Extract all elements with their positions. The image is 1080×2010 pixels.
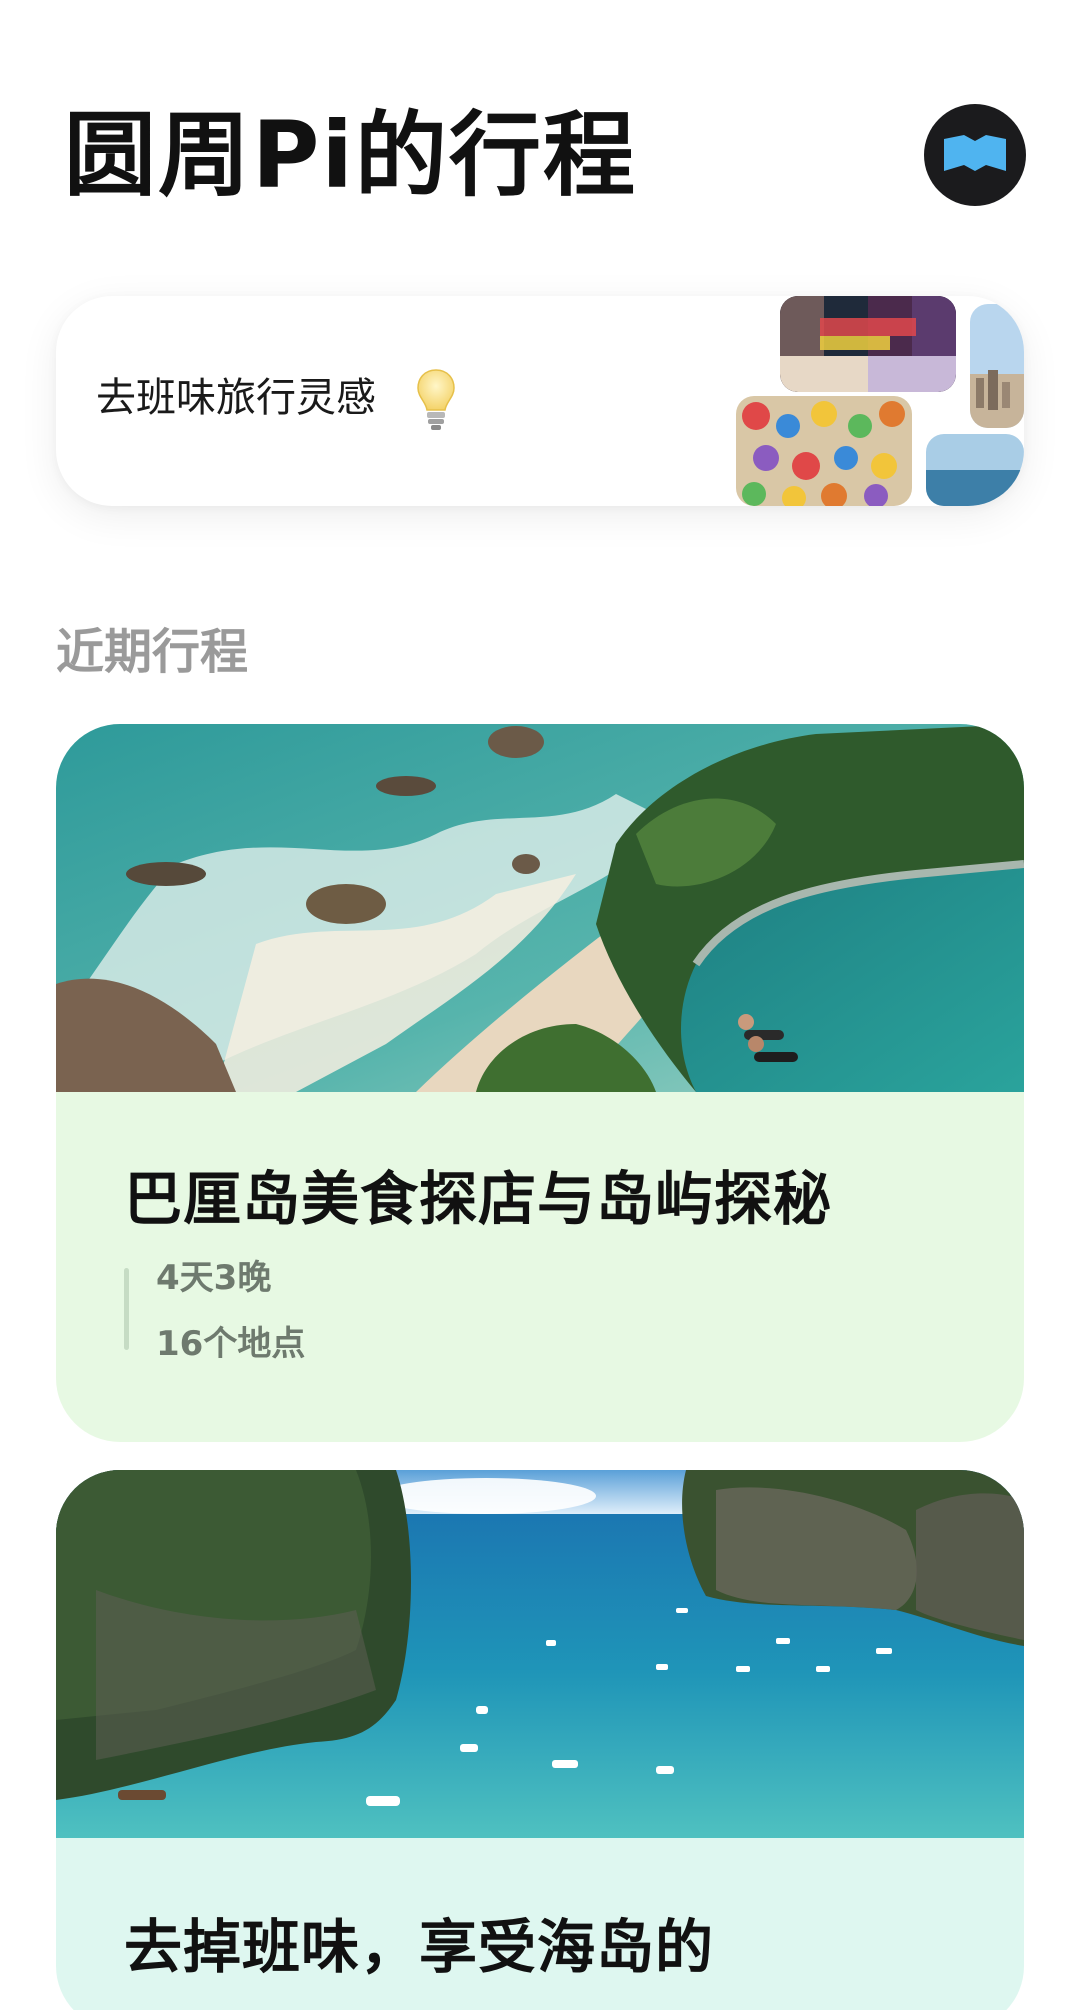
- folded-map-icon: [944, 135, 1006, 171]
- trip-place-count: 16个地点: [156, 1324, 306, 1364]
- thumbnail-skyline: [970, 304, 1024, 428]
- trip-card[interactable]: 去掉班味，享受海岛的: [56, 1470, 1024, 2010]
- thumbnail-cartoon-pattern: [736, 396, 912, 506]
- inspiration-label: 去班味旅行灵感: [96, 375, 376, 421]
- trip-cover-image: [56, 724, 1024, 1092]
- trip-card[interactable]: 巴厘岛美食探店与岛屿探秘 4天3晚 16个地点: [56, 724, 1024, 1442]
- inspiration-thumbnails: [736, 296, 1024, 506]
- page-title: 圆周Pi的行程: [64, 102, 637, 209]
- thumbnail-seascape: [926, 434, 1024, 506]
- trip-cover-image: [56, 1470, 1024, 1838]
- thumbnail-city-collage: [780, 296, 956, 392]
- trip-title: 巴厘岛美食探店与岛屿探秘: [124, 1165, 833, 1233]
- meta-divider: [124, 1268, 129, 1350]
- section-title-recent-trips: 近期行程: [56, 624, 249, 680]
- trip-duration: 4天3晚: [156, 1258, 272, 1298]
- lightbulb-icon: [417, 369, 455, 430]
- avatar[interactable]: [924, 104, 1026, 206]
- trip-title: 去掉班味，享受海岛的: [124, 1913, 715, 1981]
- travel-inspiration-card[interactable]: 去班味旅行灵感: [56, 296, 1024, 506]
